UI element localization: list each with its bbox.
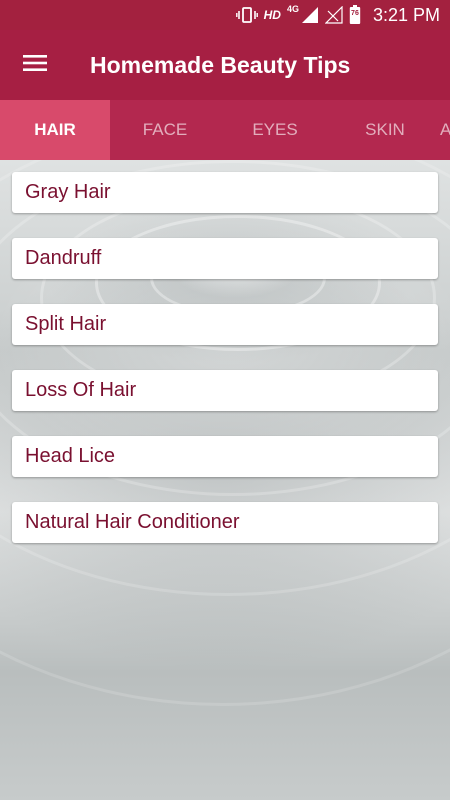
tab-partial-label: A (440, 120, 450, 139)
tab-hair-label: HAIR (34, 120, 76, 139)
list-item-loss-of-hair[interactable]: Loss Of Hair (12, 370, 438, 411)
category-tabs: HAIR FACE EYES SKIN A (0, 100, 450, 160)
list-item-split-hair[interactable]: Split Hair (12, 304, 438, 345)
signal-icon (301, 6, 319, 24)
app-bar: Homemade Beauty Tips (0, 30, 450, 100)
tab-skin[interactable]: SKIN (330, 100, 440, 160)
status-bar: HD 4G 76 3:21 PM (0, 0, 450, 30)
tab-skin-label: SKIN (365, 120, 405, 139)
tab-face[interactable]: FACE (110, 100, 220, 160)
list-item-label: Natural Hair Conditioner (25, 511, 240, 533)
list-item-label: Gray Hair (25, 181, 111, 203)
list-item-gray-hair[interactable]: Gray Hair (12, 172, 438, 213)
battery-icon: 76 (349, 5, 361, 25)
list-item-natural-hair-conditioner[interactable]: Natural Hair Conditioner (12, 502, 438, 543)
tab-hair[interactable]: HAIR (0, 100, 110, 160)
tips-list: Gray Hair Dandruff Split Hair Loss Of Ha… (12, 172, 438, 568)
list-item-label: Loss Of Hair (25, 379, 137, 401)
content-area: Gray Hair Dandruff Split Hair Loss Of Ha… (0, 160, 450, 800)
list-item-label: Head Lice (25, 445, 116, 467)
vibrate-icon (235, 6, 258, 24)
tab-eyes[interactable]: EYES (220, 100, 330, 160)
list-item-label: Dandruff (25, 247, 102, 269)
list-item-dandruff[interactable]: Dandruff (12, 238, 438, 279)
status-time: 3:21 PM (372, 4, 440, 25)
menu-button[interactable] (0, 30, 70, 100)
tab-partial[interactable]: A (440, 100, 450, 160)
tab-eyes-label: EYES (252, 120, 298, 139)
hd-indicator: HD (263, 8, 281, 22)
battery-level: 76 (351, 10, 359, 17)
network-type: 4G (286, 4, 299, 14)
app-title: Homemade Beauty Tips (90, 51, 351, 78)
list-item-label: Split Hair (25, 313, 107, 335)
signal-empty-icon (324, 6, 343, 24)
list-item-head-lice[interactable]: Head Lice (12, 436, 438, 477)
hamburger-menu-icon (23, 54, 47, 77)
tab-face-label: FACE (142, 120, 188, 139)
